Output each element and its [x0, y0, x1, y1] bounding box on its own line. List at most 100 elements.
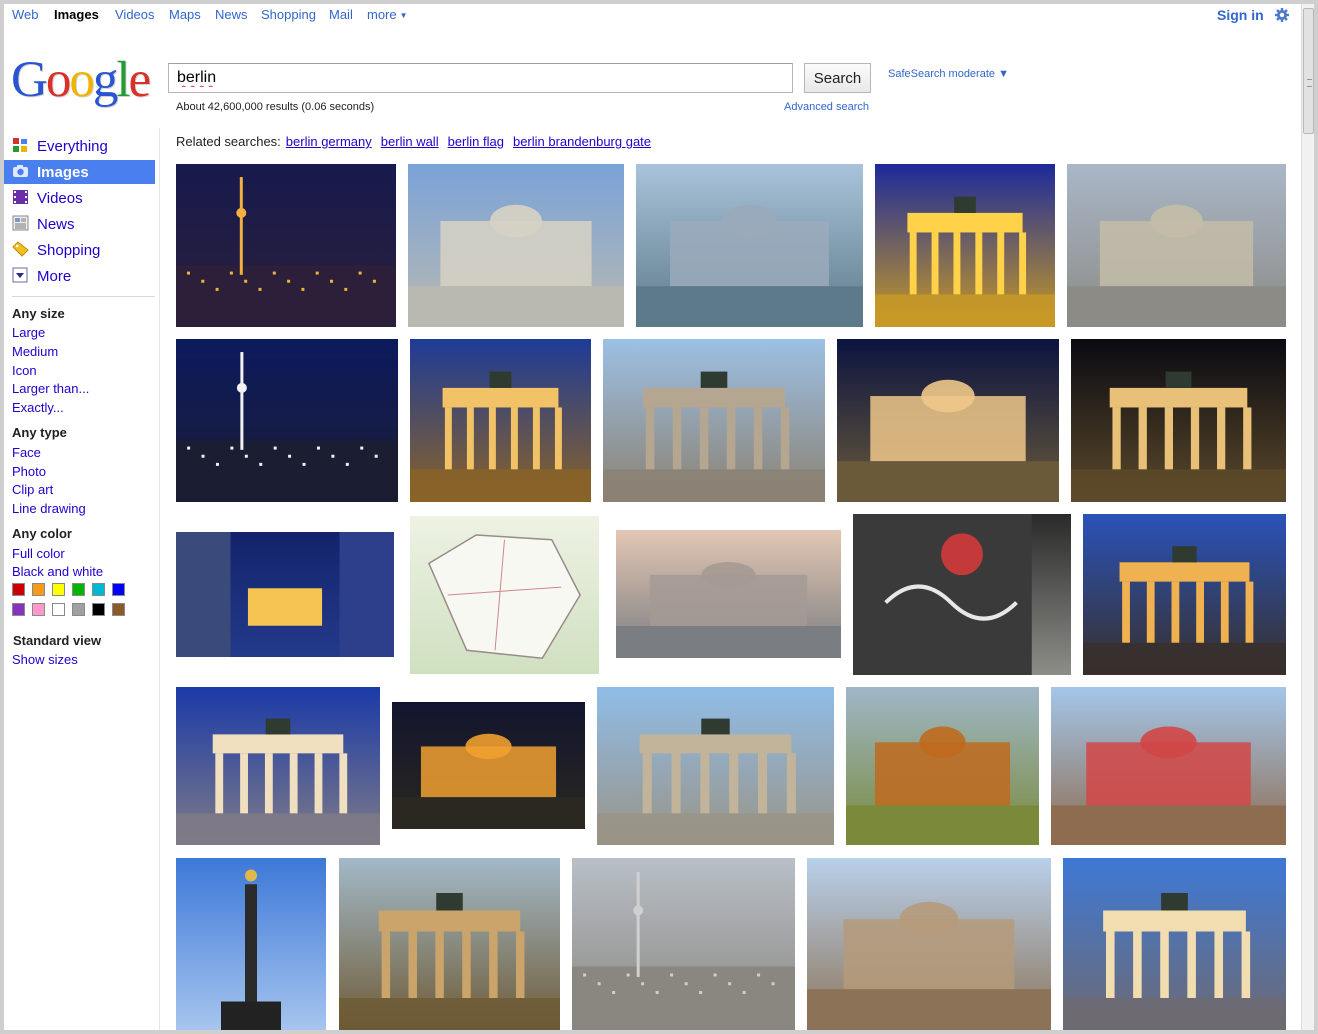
image-result-skyline-night[interactable] — [176, 164, 396, 327]
color-swatch[interactable] — [32, 603, 45, 616]
sidebar-item-images[interactable]: Images — [4, 160, 155, 184]
search-button[interactable]: Search — [804, 63, 871, 93]
image-result-brandenburg-gate-twilight[interactable] — [1063, 858, 1286, 1030]
image-result-collage[interactable] — [176, 532, 394, 657]
image-result-brandenburg-gate-reflection[interactable] — [875, 164, 1055, 327]
nav-more-label: more — [367, 7, 397, 22]
nav-news[interactable]: News — [215, 7, 248, 22]
image-result-berlin-cathedral-night[interactable] — [837, 339, 1059, 502]
sidebar-item-more[interactable]: More — [4, 264, 155, 288]
color-swatch[interactable] — [112, 583, 125, 596]
color-swatch[interactable] — [92, 603, 105, 616]
image-result-street-night[interactable] — [392, 702, 585, 829]
size-filter-option[interactable]: Icon — [12, 363, 37, 378]
color-filter-heading[interactable]: Any color — [12, 526, 72, 541]
size-filter-option[interactable]: Larger than... — [12, 381, 89, 396]
search-input[interactable] — [168, 63, 793, 93]
image-result-konzerthaus[interactable] — [408, 164, 624, 327]
image-result-brandenburg-gate-dark[interactable] — [1071, 339, 1286, 502]
newspaper-icon — [12, 215, 29, 231]
color-swatch[interactable] — [72, 583, 85, 596]
size-filter-option[interactable]: Medium — [12, 344, 58, 359]
image-result-brandenburg-gate-wide[interactable] — [597, 687, 834, 845]
related-link-berlin-brandenburg-gate[interactable]: berlin brandenburg gate — [513, 134, 651, 149]
sidebar-item-label: Videos — [37, 190, 83, 207]
image-result-river-city[interactable] — [636, 164, 863, 327]
nav-mail[interactable]: Mail — [329, 7, 353, 22]
image-result-skyline-dusk[interactable] — [616, 530, 841, 658]
sidebar-item-label: News — [37, 216, 75, 233]
price-tag-icon — [12, 241, 29, 257]
film-icon — [13, 190, 28, 204]
type-filter-option[interactable]: Photo — [12, 464, 46, 479]
left-sidebar: Everything Images Videos News Shopping M… — [4, 128, 160, 1030]
advanced-search-link[interactable]: Advanced search — [784, 101, 869, 113]
color-swatch[interactable] — [112, 603, 125, 616]
sign-in-link[interactable]: Sign in — [1217, 7, 1264, 23]
scrollbar-grip-icon — [1307, 79, 1312, 87]
image-result-river-landscape[interactable] — [846, 687, 1039, 845]
gear-icon[interactable] — [1274, 7, 1290, 23]
image-result-map[interactable] — [410, 516, 599, 674]
sidebar-divider — [12, 296, 155, 297]
size-filter-option[interactable]: Large — [12, 325, 45, 340]
vertical-scrollbar[interactable] — [1301, 4, 1314, 1030]
image-result-gendarmenmarkt-aerial[interactable] — [1067, 164, 1286, 327]
sidebar-item-shopping[interactable]: Shopping — [4, 238, 155, 262]
nav-web[interactable]: Web — [12, 7, 39, 22]
sidebar-item-everything[interactable]: Everything — [4, 134, 155, 158]
show-sizes-link[interactable]: Show sizes — [12, 652, 78, 667]
image-result-brandenburg-gate-blue[interactable] — [176, 687, 380, 845]
color-swatch[interactable] — [12, 603, 25, 616]
image-result-city-bridge[interactable] — [1051, 687, 1286, 845]
color-swatch[interactable] — [12, 583, 25, 596]
image-result-skyline-tower[interactable] — [572, 858, 795, 1030]
size-filter-option[interactable]: Exactly... — [12, 400, 64, 415]
sidebar-item-label: More — [37, 268, 72, 285]
sidebar-item-label: Images — [37, 164, 89, 181]
related-link-berlin-flag[interactable]: berlin flag — [448, 134, 504, 149]
sidebar-item-videos[interactable]: Videos — [4, 186, 155, 210]
type-filter-option[interactable]: Line drawing — [12, 501, 86, 516]
color-filter-option[interactable]: Black and white — [12, 564, 103, 579]
image-result-brandenburg-gate-evening[interactable] — [339, 858, 560, 1030]
type-filter-option[interactable]: Clip art — [12, 482, 53, 497]
nav-shopping[interactable]: Shopping — [261, 7, 316, 22]
nav-videos[interactable]: Videos — [115, 7, 155, 22]
top-navigation-bar: Web Images Videos Maps News Shopping Mai… — [4, 4, 1301, 26]
image-result-victory-column[interactable] — [176, 858, 326, 1030]
image-result-tv-tower-night[interactable] — [176, 339, 398, 502]
image-result-brandenburg-gate-day[interactable] — [603, 339, 825, 502]
chevron-down-icon — [12, 267, 28, 283]
color-swatch[interactable] — [32, 583, 45, 596]
image-result-bode-museum[interactable] — [807, 858, 1051, 1030]
image-result-brandenburg-gate-sunset[interactable] — [1083, 514, 1286, 675]
color-filter-option[interactable]: Full color — [12, 546, 65, 561]
type-filter-heading[interactable]: Any type — [12, 425, 67, 440]
nav-images[interactable]: Images — [54, 7, 99, 22]
sidebar-item-label: Everything — [37, 138, 108, 155]
nav-maps[interactable]: Maps — [169, 7, 201, 22]
image-result-brandenburg-gate-night[interactable] — [410, 339, 591, 502]
color-swatch[interactable] — [52, 583, 65, 596]
camera-icon — [13, 165, 28, 177]
everything-icon — [13, 138, 27, 152]
image-result-berlin-wall[interactable] — [853, 514, 1071, 675]
google-logo[interactable]: Google — [11, 50, 151, 110]
view-heading: Standard view — [13, 633, 102, 648]
browser-viewport: Web Images Videos Maps News Shopping Mai… — [4, 4, 1314, 1030]
related-link-berlin-wall[interactable]: berlin wall — [381, 134, 439, 149]
related-searches: Related searches: berlin germany berlin wa… — [176, 134, 655, 149]
size-filter-heading[interactable]: Any size — [12, 306, 65, 321]
nav-more[interactable]: more ▼ — [367, 7, 408, 22]
color-swatch[interactable] — [92, 583, 105, 596]
color-swatch[interactable] — [72, 603, 85, 616]
scrollbar-thumb[interactable] — [1303, 8, 1314, 134]
caret-down-icon: ▼ — [399, 11, 408, 21]
color-swatch[interactable] — [52, 603, 65, 616]
sidebar-item-news[interactable]: News — [4, 212, 155, 236]
related-link-berlin-germany[interactable]: berlin germany — [286, 134, 372, 149]
related-searches-label: Related searches: — [176, 134, 281, 149]
safesearch-dropdown[interactable]: SafeSearch moderate ▼ — [888, 68, 1009, 80]
type-filter-option[interactable]: Face — [12, 445, 41, 460]
